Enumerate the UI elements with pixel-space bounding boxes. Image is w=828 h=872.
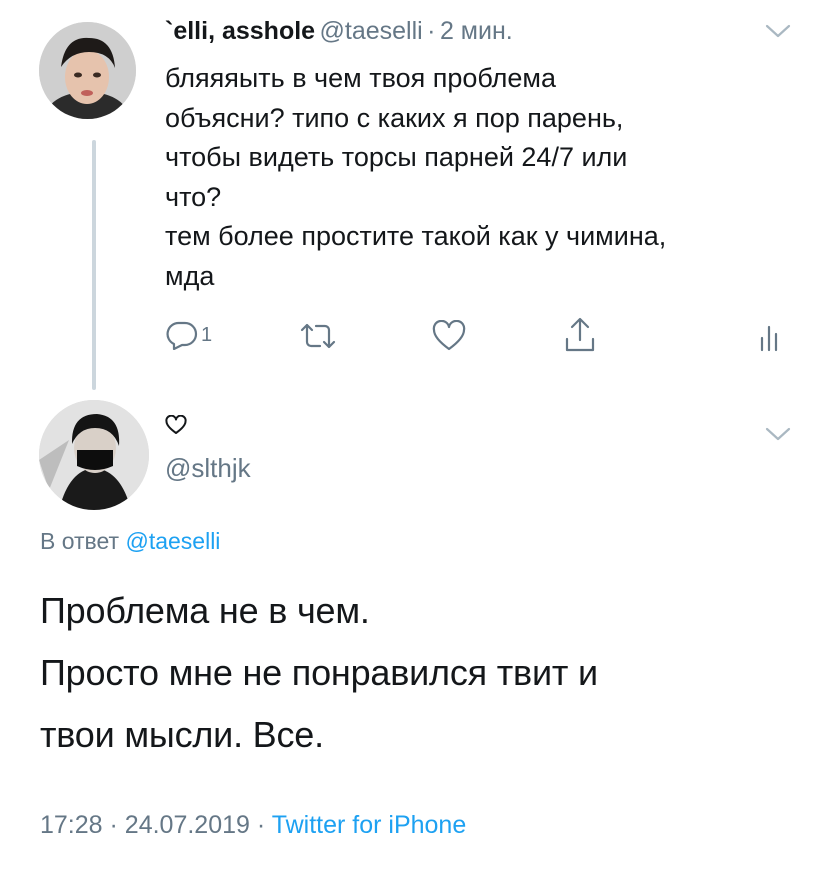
tweet-text-line: что? [165, 181, 222, 212]
tweet2-body: Проблема не в чем. Просто мне не понрави… [40, 580, 598, 766]
heart-outline-icon [165, 414, 187, 440]
like-icon [432, 320, 466, 351]
retweet-button[interactable] [298, 322, 338, 350]
share-button[interactable] [564, 317, 596, 353]
avatar-photo [39, 22, 136, 119]
tweet-time: 17:28 [40, 811, 103, 839]
tweet-text-line: тем более простите такой как у чимина, [165, 221, 667, 251]
tweet-text-line: мда [165, 260, 215, 291]
share-icon [565, 317, 595, 352]
reply-to-link[interactable]: @taeselli [125, 528, 220, 554]
tweet1-body: бляяяыть в чем твоя проблема объясни? ти… [165, 59, 666, 296]
tweet-text-line: Просто мне не понравился твит и [40, 652, 598, 693]
tweet-text-line: Проблема не в чем. [40, 590, 370, 631]
reply-context: В ответ @taeselli [40, 528, 220, 555]
analytics-button[interactable] [759, 324, 781, 352]
chevron-down-icon[interactable] [765, 24, 791, 43]
like-button[interactable] [432, 320, 466, 352]
reply-prefix: В ответ [40, 528, 120, 554]
avatar-slthjk[interactable] [39, 400, 149, 510]
source-link[interactable]: Twitter for iPhone [272, 811, 467, 839]
tweet-date: 24.07.2019 [124, 811, 250, 839]
handle[interactable]: @taeselli [320, 17, 423, 45]
meta-separator: · [427, 17, 436, 45]
reply-icon [166, 321, 198, 350]
footer-separator: · [109, 811, 118, 839]
avatar-taeselli[interactable] [39, 22, 136, 119]
reply-count: 1 [201, 323, 213, 346]
retweet-icon [300, 323, 336, 349]
tweet-footer: 17:28 · 24.07.2019 · Twitter for iPhone [40, 811, 466, 840]
handle[interactable]: @slthjk [165, 453, 251, 484]
tweet-text-line: чтобы видеть торсы парней 24/7 или [165, 142, 628, 172]
tweet-text-line: твои мысли. Все. [40, 714, 324, 755]
thread-connector-line [92, 140, 96, 390]
reply-button[interactable]: 1 [165, 320, 212, 350]
tweet-text-line: бляяяыть в чем твоя проблема [165, 63, 556, 93]
display-name[interactable]: `elli, asshole [165, 17, 315, 45]
chevron-down-icon[interactable] [765, 427, 791, 446]
tweet1-header: `elli, asshole @taeselli · 2 мин. [165, 17, 513, 46]
timestamp[interactable]: 2 мин. [440, 17, 513, 45]
analytics-icon [760, 325, 778, 352]
tweet-text-line: объясни? типо с каких я пор парень, [165, 102, 624, 133]
avatar-photo [39, 400, 149, 510]
footer-separator: · [256, 811, 266, 839]
